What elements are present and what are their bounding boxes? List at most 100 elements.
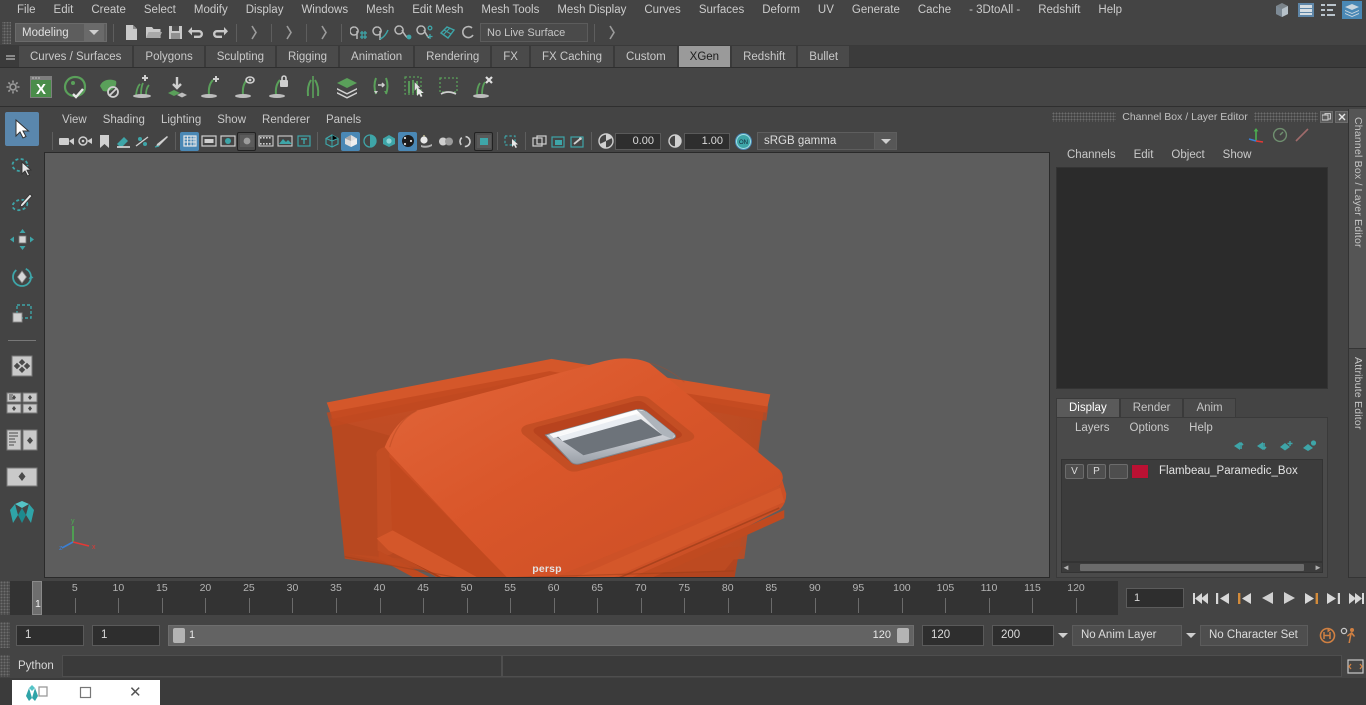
- scrollbar-thumb[interactable]: [1080, 564, 1304, 571]
- play-forwards-icon[interactable]: [1278, 586, 1300, 610]
- command-input[interactable]: [61, 655, 502, 677]
- select-by-object-icon[interactable]: [278, 22, 300, 44]
- isolate-select-icon[interactable]: [502, 132, 521, 151]
- maya-app-icon[interactable]: [12, 680, 61, 705]
- create-new-layer-icon[interactable]: [1279, 440, 1294, 452]
- layer-playback-toggle[interactable]: P: [1087, 463, 1106, 479]
- speedometer-icon[interactable]: [1272, 127, 1288, 143]
- chevron-down-icon[interactable]: [84, 24, 104, 41]
- list-item[interactable]: V P Flambeau_Paramedic_Box: [1065, 463, 1319, 479]
- layer-tab-display[interactable]: Display: [1056, 398, 1120, 417]
- layer-tab-render[interactable]: Render: [1119, 398, 1184, 417]
- xgen-lock-guide-icon[interactable]: [262, 70, 296, 104]
- step-back-frame-icon[interactable]: [1234, 586, 1256, 610]
- two-d-pan-zoom-icon[interactable]: [133, 132, 152, 151]
- xgen-add-guide-icon[interactable]: [194, 70, 228, 104]
- menu-modify[interactable]: Modify: [185, 0, 237, 20]
- channel-box-icon[interactable]: [1319, 1, 1339, 19]
- play-backwards-icon[interactable]: [1256, 586, 1278, 610]
- viewport-menu-panels[interactable]: Panels: [318, 111, 369, 130]
- resolution-gate-icon[interactable]: [218, 132, 237, 151]
- shelf-tab-custom[interactable]: Custom: [614, 46, 678, 67]
- film-gate-icon[interactable]: [199, 132, 218, 151]
- character-set-select[interactable]: No Character Set: [1200, 624, 1308, 646]
- shelf-tab-fx[interactable]: FX: [491, 46, 530, 67]
- shelf-tab-polygons[interactable]: Polygons: [133, 46, 205, 67]
- select-by-hierarchy-icon[interactable]: [243, 22, 265, 44]
- xgen-add-grooming-description-icon[interactable]: [126, 70, 160, 104]
- menu-mesh-display[interactable]: Mesh Display: [548, 0, 635, 20]
- shelf-tab-rigging[interactable]: Rigging: [276, 46, 340, 67]
- select-by-component-icon[interactable]: [313, 22, 335, 44]
- xgen-delete-guides-icon[interactable]: [466, 70, 500, 104]
- four-view-layout-icon[interactable]: [5, 349, 39, 383]
- shelf-tab-curves-surfaces[interactable]: Curves / Surfaces: [18, 46, 134, 67]
- screen-space-ao-icon[interactable]: [436, 132, 455, 151]
- two-panes-side-layout-icon[interactable]: [5, 386, 39, 420]
- move-layer-up-icon[interactable]: [1233, 440, 1248, 452]
- move-tool[interactable]: [5, 223, 39, 257]
- new-scene-icon[interactable]: [120, 22, 142, 44]
- xgen-import-preset-icon[interactable]: [160, 70, 194, 104]
- make-live-icon[interactable]: [458, 22, 480, 44]
- animation-start-field[interactable]: 1: [16, 624, 84, 646]
- chevron-down-icon[interactable]: [1054, 632, 1072, 638]
- shelf-tab-xgen[interactable]: XGen: [677, 46, 732, 67]
- multisample-anti-aliasing-icon[interactable]: [474, 131, 493, 151]
- shaded-wireframe-icon[interactable]: [360, 132, 379, 151]
- vtab-attribute-editor[interactable]: Attribute Editor: [1349, 349, 1366, 578]
- camera-attributes-icon[interactable]: [76, 132, 95, 151]
- layer-shading-toggle[interactable]: [1109, 463, 1128, 479]
- perspective-viewport[interactable]: y x z persp: [44, 152, 1050, 578]
- select-by-render-icon[interactable]: [601, 22, 623, 44]
- xgen-sculpt-layers-icon[interactable]: [330, 70, 364, 104]
- grease-pencil-icon[interactable]: [152, 132, 171, 151]
- shelf-menu-icon[interactable]: [2, 45, 18, 67]
- menu-surfaces[interactable]: Surfaces: [690, 0, 753, 20]
- time-slider-gripper[interactable]: [0, 581, 10, 615]
- undock-panel-icon[interactable]: [1320, 111, 1333, 123]
- color-profile-select[interactable]: sRGB gamma: [757, 132, 875, 150]
- smooth-shade-all-icon[interactable]: [341, 131, 360, 151]
- menu-create[interactable]: Create: [82, 0, 135, 20]
- rotate-tool[interactable]: [5, 260, 39, 294]
- animation-end-field[interactable]: 200: [992, 624, 1054, 646]
- text-overlay-icon[interactable]: [294, 132, 313, 151]
- exposure-icon[interactable]: [275, 132, 294, 151]
- xgen-create-collection-icon[interactable]: [92, 70, 126, 104]
- menu-help[interactable]: Help: [1089, 0, 1131, 20]
- xray-icon[interactable]: [530, 132, 549, 151]
- shelf-tab-rendering[interactable]: Rendering: [414, 46, 492, 67]
- menu-edit-mesh[interactable]: Edit Mesh: [403, 0, 472, 20]
- grid-toggle-icon[interactable]: [180, 131, 199, 151]
- viewport-menu-renderer[interactable]: Renderer: [254, 111, 318, 130]
- range-bar-gripper[interactable]: [0, 622, 10, 648]
- menu-edit[interactable]: Edit: [45, 0, 83, 20]
- script-editor-icon[interactable]: [1344, 654, 1366, 678]
- playback-end-field[interactable]: 120: [922, 624, 984, 646]
- menu-generate[interactable]: Generate: [843, 0, 909, 20]
- color-management-toggle-icon[interactable]: ON: [735, 132, 752, 150]
- menu-mesh-tools[interactable]: Mesh Tools: [472, 0, 548, 20]
- layer-menu-layers[interactable]: Layers: [1065, 422, 1120, 434]
- scroll-left-arrow-icon[interactable]: ◄: [1062, 563, 1070, 572]
- snap-to-view-plane-icon[interactable]: [436, 22, 458, 44]
- viewport-menu-shading[interactable]: Shading: [95, 111, 153, 130]
- shelf-tab-redshift[interactable]: Redshift: [731, 46, 798, 67]
- viewport-menu-lighting[interactable]: Lighting: [153, 111, 209, 130]
- chevron-down-icon[interactable]: [1182, 632, 1200, 638]
- xgen-mirror-guides-icon[interactable]: [296, 70, 330, 104]
- vtab-channel-box-layer-editor[interactable]: Channel Box / Layer Editor: [1349, 109, 1366, 349]
- auto-keyframe-icon[interactable]: [1316, 623, 1338, 647]
- time-slider[interactable]: 1 5 10 15 20 25 30 35 40 45 50 55 60 65 70 75 80 85 90 95 1…: [10, 581, 1118, 615]
- scale-tool[interactable]: [5, 297, 39, 331]
- viewport-menu-show[interactable]: Show: [209, 111, 254, 130]
- save-scene-icon[interactable]: [164, 22, 186, 44]
- channel-menu-object[interactable]: Object: [1162, 149, 1213, 161]
- diagonal-line-icon[interactable]: [1294, 127, 1310, 143]
- lasso-select-tool[interactable]: [5, 149, 39, 183]
- channel-menu-channels[interactable]: Channels: [1058, 149, 1125, 161]
- xgen-guide-visibility-icon[interactable]: [228, 70, 262, 104]
- close-window-icon[interactable]: ✕: [111, 680, 160, 705]
- menu-display[interactable]: Display: [237, 0, 293, 20]
